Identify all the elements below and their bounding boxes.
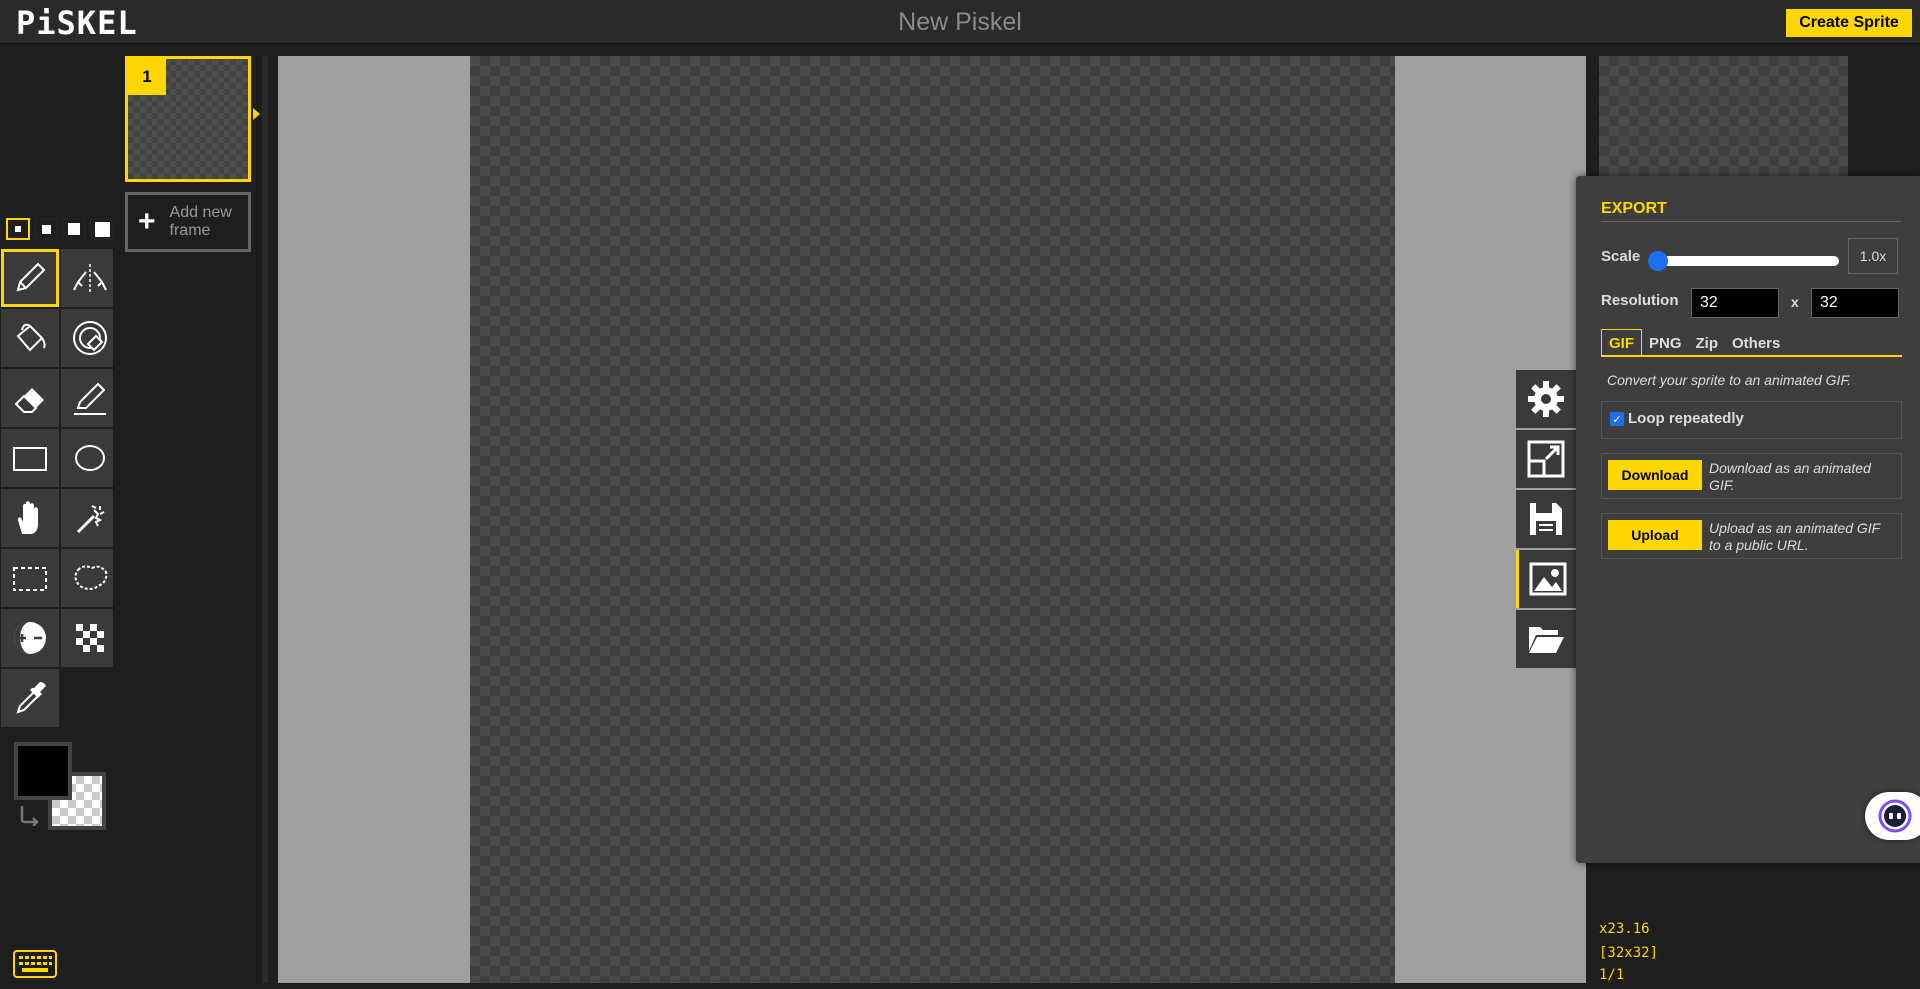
pen-icon xyxy=(16,262,46,292)
magic-wand-icon xyxy=(76,505,105,534)
paint-all-tool[interactable] xyxy=(61,309,119,367)
image-export-icon xyxy=(1529,562,1566,596)
pen-size-3[interactable] xyxy=(62,218,86,240)
animation-preview[interactable] xyxy=(1599,56,1848,176)
scale-slider-knob[interactable] xyxy=(1648,251,1668,271)
frames-panel: 1 + Add new frame xyxy=(113,44,260,989)
add-frame-button[interactable]: + Add new frame xyxy=(125,192,251,252)
resolution-height-input[interactable]: 32 xyxy=(1811,288,1899,318)
zoom-level: x23.16 xyxy=(1599,921,1650,937)
stroke-icon xyxy=(74,382,106,415)
floppy-disk-icon xyxy=(1530,503,1562,535)
scale-slider[interactable] xyxy=(1648,251,1839,271)
stroke-tool[interactable] xyxy=(61,369,119,427)
create-sprite-button[interactable]: Create Sprite xyxy=(1786,9,1912,37)
paint-all-icon xyxy=(73,321,107,355)
paint-bucket-tool[interactable] xyxy=(1,309,59,367)
piskel-logo[interactable]: PiSKEL xyxy=(16,4,138,42)
panel-divider xyxy=(262,56,268,983)
upload-section: Upload Upload as an animated GIF to a pu… xyxy=(1601,513,1902,559)
vertical-mirror-pen-tool[interactable] xyxy=(61,249,119,307)
resolution-separator: x xyxy=(1791,294,1799,310)
color-selector xyxy=(14,742,108,830)
scale-value: 1.0x xyxy=(1848,238,1898,274)
export-format-tabs: GIF PNG Zip Others xyxy=(1601,329,1902,357)
dithering-icon xyxy=(76,624,104,652)
pen-size-1[interactable] xyxy=(6,218,30,240)
resize-button[interactable] xyxy=(1516,430,1576,488)
tab-zip[interactable]: Zip xyxy=(1689,329,1726,357)
lighten-tool[interactable] xyxy=(1,609,59,667)
color-picker-tool[interactable] xyxy=(1,669,59,727)
upload-button[interactable]: Upload xyxy=(1608,520,1702,550)
gear-icon xyxy=(1528,381,1564,417)
lighten-darken-icon xyxy=(14,622,46,654)
eraser-tool[interactable] xyxy=(1,369,59,427)
loop-checkbox[interactable]: ✓ xyxy=(1610,412,1624,426)
export-title: EXPORT xyxy=(1601,200,1901,222)
scale-label: Scale xyxy=(1601,248,1641,265)
tab-others[interactable]: Others xyxy=(1725,329,1787,357)
download-button[interactable]: Download xyxy=(1608,460,1702,490)
drawing-canvas[interactable] xyxy=(470,56,1395,983)
upload-description: Upload as an animated GIF to a public UR… xyxy=(1709,520,1880,553)
drawing-area xyxy=(278,56,1586,983)
frame-number: 1 xyxy=(128,59,166,95)
download-description: Download as an animated GIF. xyxy=(1709,460,1871,493)
move-tool[interactable] xyxy=(1,489,59,547)
eyedropper-icon xyxy=(16,682,46,714)
rectangle-tool[interactable] xyxy=(1,429,59,487)
header-bar: PiSKEL New Piskel Create Sprite xyxy=(0,0,1920,44)
circle-icon xyxy=(75,445,105,471)
pen-size-2[interactable] xyxy=(34,218,58,240)
pen-size-selector xyxy=(6,218,114,240)
dithering-tool[interactable] xyxy=(61,609,119,667)
resolution-label: Resolution xyxy=(1601,292,1679,309)
export-button[interactable] xyxy=(1516,550,1576,608)
export-panel: EXPORT Scale 1.0x Resolution 32 x 32 GIF… xyxy=(1576,176,1920,863)
swap-colors-icon[interactable] xyxy=(18,802,42,826)
tab-png[interactable]: PNG xyxy=(1642,329,1689,357)
canvas-size: [32x32] xyxy=(1599,945,1659,961)
import-button[interactable] xyxy=(1516,610,1576,668)
frame-thumbnail[interactable]: 1 xyxy=(125,56,251,182)
loop-label[interactable]: Loop repeatedly xyxy=(1628,410,1744,427)
folder-open-icon xyxy=(1529,627,1564,653)
canvas-info: x23.16 [32x32] 1/1 xyxy=(1599,918,1658,986)
lasso-icon xyxy=(74,565,108,590)
circle-tool[interactable] xyxy=(61,429,119,487)
paint-bucket-icon xyxy=(16,323,46,352)
mirror-pen-icon xyxy=(73,264,107,294)
hand-icon xyxy=(18,501,38,534)
selected-frame-arrow-icon xyxy=(253,108,260,120)
gif-description: Convert your sprite to an animated GIF. xyxy=(1607,372,1852,388)
add-frame-label: Add new frame xyxy=(169,204,232,239)
pen-tool[interactable] xyxy=(1,249,59,307)
keyboard-shortcuts-icon[interactable] xyxy=(12,949,58,979)
assistant-chat-button[interactable] xyxy=(1865,792,1920,840)
loop-option: ✓ Loop repeatedly xyxy=(1601,401,1902,439)
tab-gif[interactable]: GIF xyxy=(1601,329,1642,357)
pen-size-4[interactable] xyxy=(90,218,114,240)
shape-selection-tool[interactable] xyxy=(61,489,119,547)
resolution-width-input[interactable]: 32 xyxy=(1691,288,1779,318)
resize-icon xyxy=(1527,440,1565,478)
save-button[interactable] xyxy=(1516,490,1576,548)
download-section: Download Download as an animated GIF. xyxy=(1601,453,1902,499)
robot-face-icon xyxy=(1878,799,1912,833)
rectangle-select-icon xyxy=(13,567,47,591)
settings-button[interactable] xyxy=(1516,370,1576,428)
lasso-select-tool[interactable] xyxy=(61,549,119,607)
rectangle-select-tool[interactable] xyxy=(1,549,59,607)
primary-color-swatch[interactable] xyxy=(14,742,72,800)
eraser-icon xyxy=(14,388,44,413)
frame-counter: 1/1 xyxy=(1599,967,1625,983)
rectangle-icon xyxy=(13,447,47,471)
plus-icon: + xyxy=(138,205,156,238)
document-title[interactable]: New Piskel xyxy=(0,8,1920,37)
